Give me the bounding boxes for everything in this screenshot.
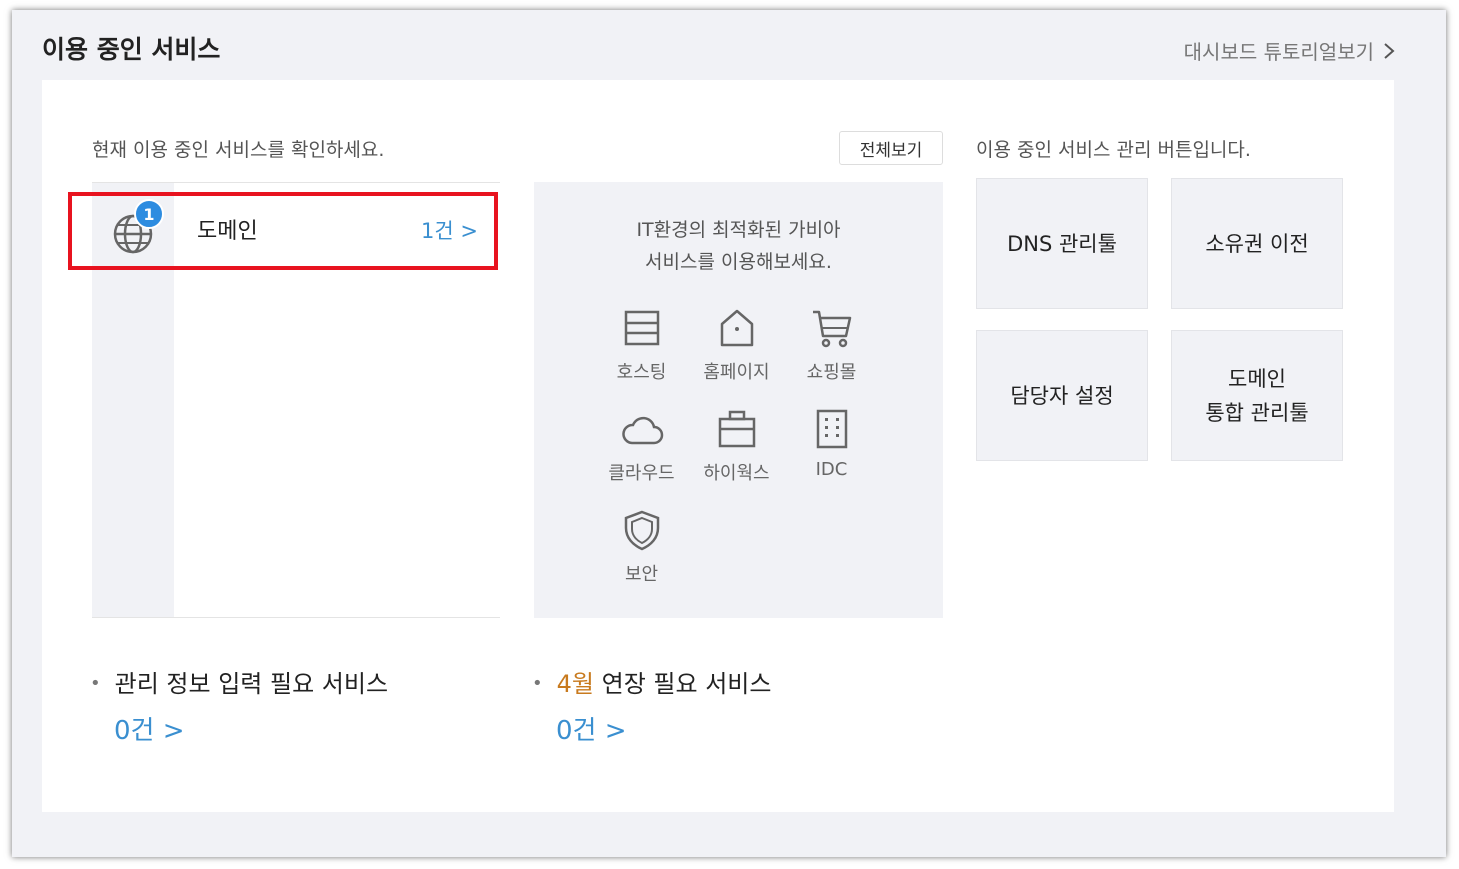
- page-title: 이용 중인 서비스: [42, 35, 221, 64]
- current-services-description: 현재 이용 중인 서비스를 확인하세요.: [92, 139, 385, 161]
- domain-integrated-manager-button[interactable]: 도메인 통합 관리툴: [1171, 330, 1343, 461]
- promo-item-cloud[interactable]: 클라우드: [594, 405, 689, 500]
- dns-manager-button[interactable]: DNS 관리툴: [976, 178, 1148, 309]
- promo-grid: 호스팅 홈페이지 쇼핑몰 클라우드 하이웍스 IDC 보안: [594, 304, 879, 601]
- promo-item-shoppingmall[interactable]: 쇼핑몰: [784, 304, 879, 399]
- contact-settings-button[interactable]: 담당자 설정: [976, 330, 1148, 461]
- cloud-icon: [621, 416, 663, 445]
- tutorial-link-label: 대시보드 튜토리얼보기: [1183, 40, 1374, 64]
- manage-description: 이용 중인 서비스 관리 버튼입니다.: [976, 139, 1251, 161]
- server-icon: [624, 310, 659, 346]
- promo-text: IT환경의 최적화된 가비아 서비스를 이용해보세요.: [534, 214, 943, 278]
- building-icon: [816, 409, 847, 449]
- house-icon: [720, 309, 753, 347]
- cart-icon: [812, 310, 851, 348]
- dashboard-frame: 이용 중인 서비스 대시보드 튜토리얼보기 현재 이용 중인 서비스를 확인하세…: [12, 10, 1446, 857]
- promo-label: 홈페이지: [703, 362, 770, 383]
- promo-item-hosting[interactable]: 호스팅: [594, 304, 689, 399]
- renewal-label: 연장 필요 서비스: [593, 670, 772, 698]
- promo-label: 보안: [624, 564, 659, 585]
- info-required-label: 관리 정보 입력 필요 서비스: [114, 670, 389, 698]
- promo-line-1: IT환경의 최적화된 가비아: [636, 219, 841, 241]
- promo-label: IDC: [815, 459, 848, 480]
- promo-item-homepage[interactable]: 홈페이지: [689, 304, 784, 399]
- bullet-dot: •: [90, 673, 101, 694]
- promo-panel: IT환경의 최적화된 가비아 서비스를 이용해보세요. 호스팅 홈페이지 쇼핑몰…: [534, 182, 943, 618]
- shield-icon: [624, 510, 659, 551]
- promo-item-hiworks[interactable]: 하이웍스: [689, 405, 784, 500]
- promo-line-2: 서비스를 이용해보세요.: [645, 251, 832, 273]
- promo-label: 하이웍스: [703, 463, 770, 484]
- services-card: 현재 이용 중인 서비스를 확인하세요. 전체보기 이용 중인 서비스 관리 버…: [42, 80, 1394, 812]
- promo-label: 클라우드: [608, 463, 675, 484]
- renewal-month: 4월: [556, 670, 594, 698]
- info-required-heading: • 관리 정보 입력 필요 서비스: [90, 664, 388, 699]
- briefcase-icon: [718, 410, 755, 448]
- highlight-annotation: [68, 192, 498, 270]
- renewal-heading: • 4월 연장 필요 서비스: [532, 664, 771, 699]
- promo-label: 쇼핑몰: [806, 362, 857, 383]
- promo-item-idc[interactable]: IDC: [784, 405, 879, 500]
- view-all-button[interactable]: 전체보기: [839, 131, 943, 165]
- renewal-count-link[interactable]: 0건 >: [556, 710, 627, 747]
- chevron-right-icon: [1384, 42, 1395, 59]
- bullet-dot: •: [532, 673, 543, 694]
- ownership-transfer-button[interactable]: 소유권 이전: [1171, 178, 1343, 309]
- promo-item-security[interactable]: 보안: [594, 506, 689, 601]
- tutorial-link[interactable]: 대시보드 튜토리얼보기: [1184, 36, 1396, 65]
- info-required-count-link[interactable]: 0건 >: [114, 710, 185, 747]
- promo-label: 호스팅: [616, 362, 667, 383]
